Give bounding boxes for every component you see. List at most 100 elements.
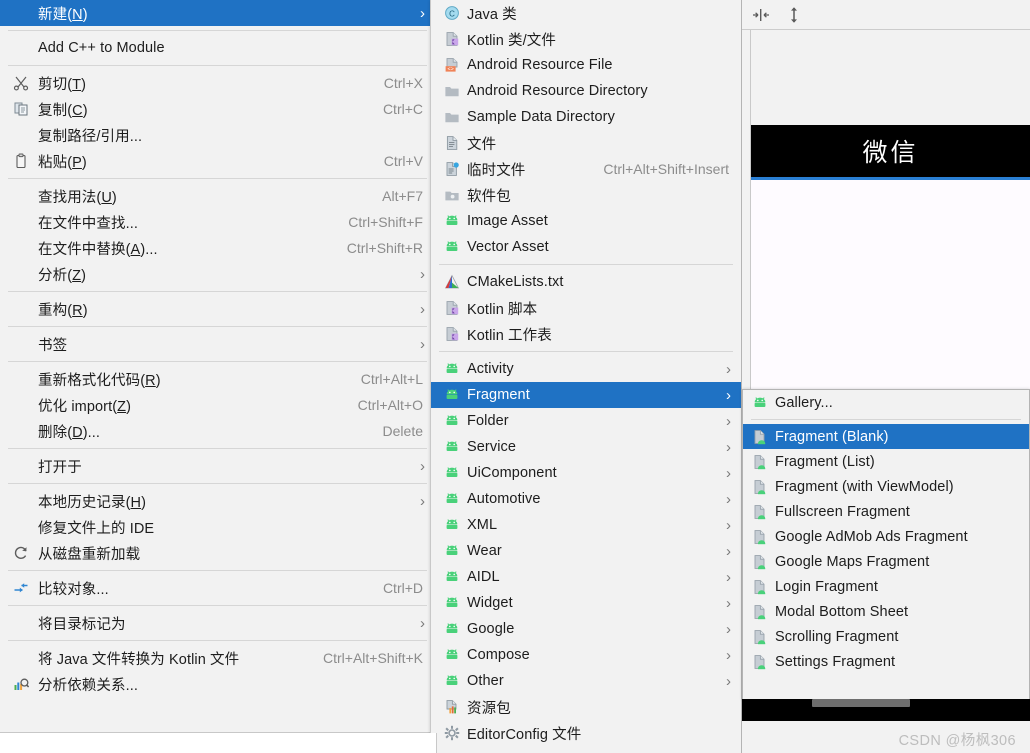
context-menu-item[interactable]: 分析(Z) › (0, 261, 435, 287)
fragment-submenu-item[interactable]: Google AdMob Ads Fragment (743, 524, 1029, 549)
new-submenu-item[interactable]: 临时文件 Ctrl+Alt+Shift+Insert (431, 156, 741, 182)
fragment-submenu-item[interactable]: Scrolling Fragment (743, 624, 1029, 649)
menu-item-label: UiComponent (467, 465, 557, 481)
new-submenu-item[interactable]: C Java 类 (431, 0, 741, 26)
fragment-submenu-item[interactable]: Settings Fragment (743, 649, 1029, 674)
context-menu-item[interactable]: 在文件中查找... Ctrl+Shift+F (0, 209, 435, 235)
context-menu-item[interactable]: 重新格式化代码(R) Ctrl+Alt+L (0, 366, 435, 392)
kotlin-file-icon (441, 300, 463, 316)
fragment-template-icon (749, 579, 771, 595)
chevron-right-icon: › (726, 490, 731, 508)
context-menu-item[interactable]: 从磁盘重新加载 (0, 540, 435, 566)
new-submenu-item[interactable]: Wear › (431, 538, 741, 564)
none (10, 371, 32, 387)
new-submenu-item[interactable]: Automotive › (431, 486, 741, 512)
menu-item-label: 删除(D)... (38, 424, 101, 441)
android-icon (441, 491, 463, 507)
new-submenu-item[interactable]: Kotlin 工作表 (431, 321, 741, 347)
fragment-submenu-item[interactable]: Fragment (Blank) (743, 424, 1029, 449)
new-submenu-item[interactable]: Activity › (431, 356, 741, 382)
new-submenu-item[interactable]: Sample Data Directory (431, 104, 741, 130)
menu-separator (751, 419, 1021, 420)
new-submenu-item[interactable]: Service › (431, 434, 741, 460)
new-submenu-item[interactable]: Widget › (431, 590, 741, 616)
context-menu-item[interactable]: 将目录标记为 › (0, 610, 435, 636)
chevron-right-icon: › (726, 464, 731, 482)
context-menu-item[interactable]: 分析依赖关系... (0, 671, 435, 697)
new-submenu-item[interactable]: XML › (431, 512, 741, 538)
menu-item-label: 重构(R) (38, 302, 88, 319)
new-submenu-item[interactable]: Google › (431, 616, 741, 642)
new-submenu-item[interactable]: UiComponent › (431, 460, 741, 486)
new-submenu-item[interactable]: Other › (431, 668, 741, 694)
new-submenu-item[interactable]: <> Android Resource File (431, 52, 741, 78)
new-submenu-item[interactable]: Folder › (431, 408, 741, 434)
context-menu-item[interactable]: 在文件中替换(A)... Ctrl+Shift+R (0, 235, 435, 261)
scratch-file-icon (441, 161, 463, 177)
context-menu-item[interactable]: 书签 › (0, 331, 435, 357)
fragment-submenu-item[interactable]: Google Maps Fragment (743, 549, 1029, 574)
horizontal-scrollbar-track[interactable] (742, 699, 1030, 721)
new-submenu-item[interactable]: Kotlin 脚本 (431, 295, 741, 321)
none (10, 240, 32, 256)
menu-item-label: Android Resource Directory (467, 83, 648, 99)
menu-item-label: 资源包 (467, 700, 511, 717)
menu-separator (439, 264, 733, 265)
context-menu-item[interactable]: 将 Java 文件转换为 Kotlin 文件 Ctrl+Alt+Shift+K (0, 645, 435, 671)
context-menu-item[interactable]: 剪切(T) Ctrl+X (0, 70, 435, 96)
fragment-submenu-item[interactable]: Fragment (List) (743, 449, 1029, 474)
new-submenu-item[interactable]: 文件 (431, 130, 741, 156)
android-icon (441, 595, 463, 611)
menu-separator (8, 605, 427, 606)
new-submenu-item[interactable]: Vector Asset (431, 234, 741, 260)
fragment-submenu-item[interactable]: Fullscreen Fragment (743, 499, 1029, 524)
fit-vertical-icon[interactable] (786, 6, 802, 24)
menu-item-label: 将目录标记为 (38, 616, 126, 633)
fit-horizontal-icon[interactable] (752, 7, 770, 23)
menu-item-label: Google AdMob Ads Fragment (775, 528, 968, 545)
android-icon (441, 439, 463, 455)
new-submenu-item[interactable]: Image Asset (431, 208, 741, 234)
menu-separator (439, 351, 733, 352)
context-menu-item[interactable]: 复制(C) Ctrl+C (0, 96, 435, 122)
menu-item-label: 优化 import(Z) (38, 398, 132, 415)
horizontal-scrollbar-thumb[interactable] (812, 699, 910, 707)
new-submenu-item[interactable]: CMakeLists.txt (431, 269, 741, 295)
android-icon (441, 569, 463, 585)
context-menu-item[interactable]: 复制路径/引用... (0, 122, 435, 148)
context-menu-item[interactable]: 粘贴(P) Ctrl+V (0, 148, 435, 174)
context-menu-item[interactable]: 本地历史记录(H) › (0, 488, 435, 514)
menu-item-label: Image Asset (467, 213, 548, 229)
new-submenu-item[interactable]: Kotlin 类/文件 (431, 26, 741, 52)
context-menu-item[interactable]: Add C++ to Module (0, 35, 435, 61)
new-submenu-item[interactable]: AIDL › (431, 564, 741, 590)
menu-item-shortcut: Ctrl+D (382, 580, 423, 596)
context-menu-item[interactable]: 打开于 › (0, 453, 435, 479)
new-submenu-item[interactable]: Fragment › (431, 382, 741, 408)
context-menu-item[interactable]: 修复文件上的 IDE (0, 514, 435, 540)
new-submenu-item[interactable]: Compose › (431, 642, 741, 668)
fragment-submenu-item[interactable]: Login Fragment (743, 574, 1029, 599)
context-menu-item[interactable]: 查找用法(U) Alt+F7 (0, 183, 435, 209)
menu-item-shortcut: Ctrl+Alt+L (360, 371, 423, 387)
none (10, 615, 32, 631)
cmake-icon (441, 274, 463, 290)
new-submenu-item[interactable]: 资源包 (431, 694, 741, 720)
fragment-template-icon (749, 429, 771, 445)
menu-item-label: 从磁盘重新加载 (38, 546, 141, 563)
svg-text:<>: <> (447, 66, 453, 72)
fragment-submenu-item[interactable]: Fragment (with ViewModel) (743, 474, 1029, 499)
fragment-submenu-item[interactable]: Modal Bottom Sheet (743, 599, 1029, 624)
context-menu-item[interactable]: 优化 import(Z) Ctrl+Alt+O (0, 392, 435, 418)
new-submenu-item[interactable]: 软件包 (431, 182, 741, 208)
context-menu-item[interactable]: 比较对象... Ctrl+D (0, 575, 435, 601)
context-menu-item[interactable]: 重构(R) › (0, 296, 435, 322)
menu-item-label: Wear (467, 543, 502, 559)
menu-item-label: Scrolling Fragment (775, 628, 899, 645)
context-menu-item[interactable]: 删除(D)... Delete (0, 418, 435, 444)
fragment-submenu-item[interactable]: Gallery... (743, 390, 1029, 415)
menu-separator (8, 570, 427, 571)
context-menu-item[interactable]: 新建(N) › (0, 0, 435, 26)
new-submenu-item[interactable]: Android Resource Directory (431, 78, 741, 104)
new-submenu-item[interactable]: EditorConfig 文件 (431, 720, 741, 746)
